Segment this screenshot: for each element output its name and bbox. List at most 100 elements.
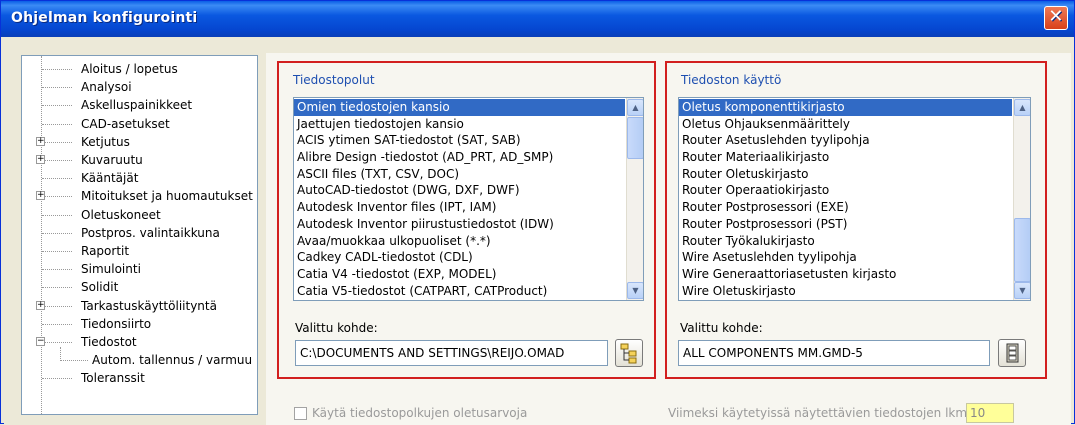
list-item[interactable]: Wire Asetuslehden tyylipohja [679,249,1012,266]
tree-connector [60,360,88,362]
tree-item[interactable]: + Ketjutus [22,133,257,151]
scroll-up-icon[interactable]: ▲ [1014,99,1030,116]
category-tree[interactable]: Aloitus / lopetus Analysoi Askelluspainikk… [21,55,258,415]
tree-item[interactable]: Toleranssit [22,369,257,387]
list-item[interactable]: Omien tiedostojen kansio [294,99,625,116]
tree-item-label: Oletuskoneet [81,207,161,222]
list-item[interactable]: Wire Generaattoriasetusten kirjasto [679,266,1012,283]
expand-icon[interactable]: + [36,300,45,310]
tree-connector-line [60,347,61,359]
list-item[interactable]: Catia V5-tiedostot (CATPART, CATProduct) [294,283,625,300]
tree-connector [42,87,72,89]
tree-item-label: Askelluspainikkeet [81,98,193,113]
close-icon[interactable]: ✕ [1044,6,1068,30]
tree-connector [42,251,72,252]
tree-connector [42,305,72,307]
tree-item-label: Solidit [81,280,119,295]
tree-connector [42,342,72,343]
file-usage-title: Tiedoston käyttö [681,73,782,87]
browse-file-button[interactable] [998,339,1026,367]
list-item[interactable]: AutoCAD-tiedostot (DWG, DXF, DWF) [294,182,625,199]
file-paths-list[interactable]: Omien tiedostojen kansio Jaettujen tiedos… [293,97,644,301]
tree-item[interactable]: + Kuvaruutu [22,151,257,169]
list-item[interactable]: Router Oletuskirjasto [679,166,1012,183]
file-paths-selected-input[interactable]: C:\DOCUMENTS AND SETTINGS\REIJO.OMAD [295,340,608,366]
tree-item[interactable]: + Tarkastuskäyttöliityntä [22,297,257,315]
file-usage-scrollbar[interactable]: ▲ ▼ [1013,98,1030,300]
tree-item[interactable]: Raportit [22,242,257,260]
list-item[interactable]: ASCII files (TXT, CSV, DOC) [294,166,625,183]
scroll-down-icon[interactable]: ▼ [1014,282,1030,299]
file-paths-selected-label: Valittu kohde: [295,321,378,335]
tree-connector [42,141,72,143]
tree-item[interactable]: Postpros. valintaikkuna [22,224,257,242]
window-title: Ohjelman konfigurointi [11,10,198,26]
scroll-thumb[interactable] [627,117,643,159]
file-usage-selected-input[interactable]: ALL COMPONENTS MM.GMD-5 [678,340,990,366]
list-item[interactable]: Oletus komponenttikirjasto [679,99,1012,116]
file-paths-scrollbar[interactable]: ▲ ▼ [626,98,643,300]
tree-connector [42,160,72,161]
tree-item-label: Analysoi [81,80,132,95]
scroll-up-icon[interactable]: ▲ [627,99,643,116]
tree-item[interactable]: Oletuskoneet [22,206,257,224]
tree-connector [42,105,72,107]
collapse-icon[interactable]: − [36,337,45,346]
tree-connector [42,123,72,125]
list-item[interactable]: Autodesk Inventor files (IPT, IAM) [294,199,625,216]
scroll-thumb[interactable] [1014,218,1030,282]
list-item[interactable]: ACIS ytimen SAT-tiedostot (SAT, SAB) [294,132,625,149]
tree-item-label: Postpros. valintaikkuna [81,225,220,240]
tree-item[interactable]: Solidit [22,278,257,296]
list-item[interactable]: Avaa/muokkaa ulkopuoliset (*.*) [294,233,625,250]
tree-item-label: Autom. tallennus / varmuu [92,353,253,368]
tree-connector [42,69,72,70]
title-bar: Ohjelman konfigurointi ✕ [1,1,1074,37]
list-item[interactable]: Wire Oletuskirjasto [679,283,1012,300]
list-item[interactable]: Catia V4 -tiedostot (EXP, MODEL) [294,266,625,283]
list-item[interactable]: Cadkey CADL-tiedostot (CDL) [294,249,625,266]
tree-item-label: Raportit [81,244,130,258]
list-item[interactable]: Oletus Ohjauksenmäärittely [679,116,1012,133]
tree-item[interactable]: + Mitoitukset ja huomautukset [22,187,257,205]
list-item[interactable]: Alibre Design -tiedostot (AD_PRT, AD_SMP… [294,149,625,166]
list-item[interactable]: Router Asetuslehden tyylipohja [679,132,1012,149]
expand-icon[interactable]: + [36,136,45,146]
tree-connector [42,196,72,198]
list-item[interactable]: Router Postprosessori (PST) [679,216,1012,233]
list-item[interactable]: Router Työkalukirjasto [679,233,1012,250]
tree-item[interactable]: Aloitus / lopetus [22,60,257,78]
tree-item[interactable]: Analysoi [22,78,257,96]
file-usage-list[interactable]: Oletus komponenttikirjasto Oletus Ohjauks… [678,97,1031,301]
tree-item-label: Kuvaruutu [81,153,143,167]
tree-item-label: Tiedonsiirto [81,316,152,331]
tree-item[interactable]: − Tiedostot [22,333,257,351]
browse-folder-button[interactable] [615,339,643,367]
list-item[interactable]: Router Operaatiokirjasto [679,182,1012,199]
config-window: Ohjelman konfigurointi ✕ Aloitus / lopet… [0,0,1075,425]
tree-item[interactable]: Askelluspainikkeet [22,96,257,114]
tree-item[interactable]: Autom. tallennus / varmuu [22,351,257,369]
recent-files-count-input[interactable]: 10 [966,403,1014,423]
recent-files-label: Viimeksi käytetyissä näytettävien tiedos… [668,406,968,420]
tree-connector [42,378,72,380]
tree-item-label: CAD-asetukset [81,116,170,131]
list-item[interactable]: Jaettujen tiedostojen kansio [294,116,625,133]
tree-item[interactable]: Tiedonsiirto [22,315,257,333]
tree-item[interactable]: CAD-asetukset [22,115,257,133]
file-paths-title: Tiedostopolut [293,73,375,87]
tree-item[interactable]: Kääntäjät [22,169,257,187]
expand-icon[interactable]: + [36,191,45,201]
use-defaults-checkbox[interactable] [294,407,307,420]
expand-icon[interactable]: + [36,155,45,164]
tree-item-label: Kääntäjät [81,171,139,186]
tree-connector [42,178,72,180]
tree-connector [42,214,72,216]
tree-item-label: Simulointi [81,262,141,277]
tree-item[interactable]: Simulointi [22,260,257,278]
list-item[interactable]: Autodesk Inventor piirustustiedostot (ID… [294,216,625,233]
use-defaults-label: Käytä tiedostopolkujen oletusarvoja [312,406,528,420]
list-item[interactable]: Router Postprosessori (EXE) [679,199,1012,216]
scroll-down-icon[interactable]: ▼ [627,282,643,299]
list-item[interactable]: Router Materiaalikirjasto [679,149,1012,166]
